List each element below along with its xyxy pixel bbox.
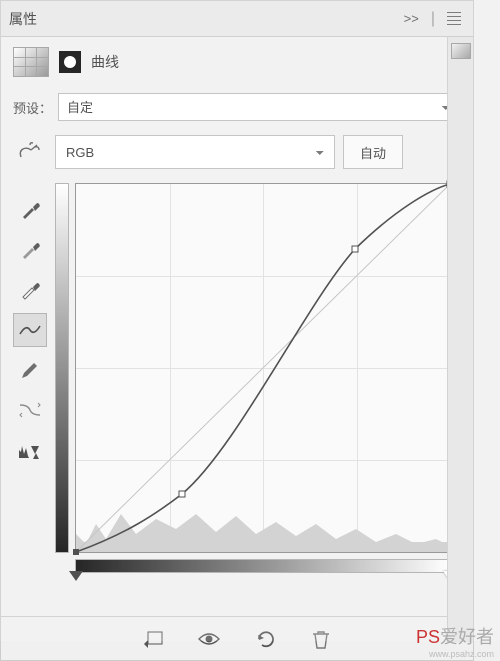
watermark: PS爱好者www.psahz.com — [416, 623, 494, 659]
overlay — [0, 0, 500, 641]
